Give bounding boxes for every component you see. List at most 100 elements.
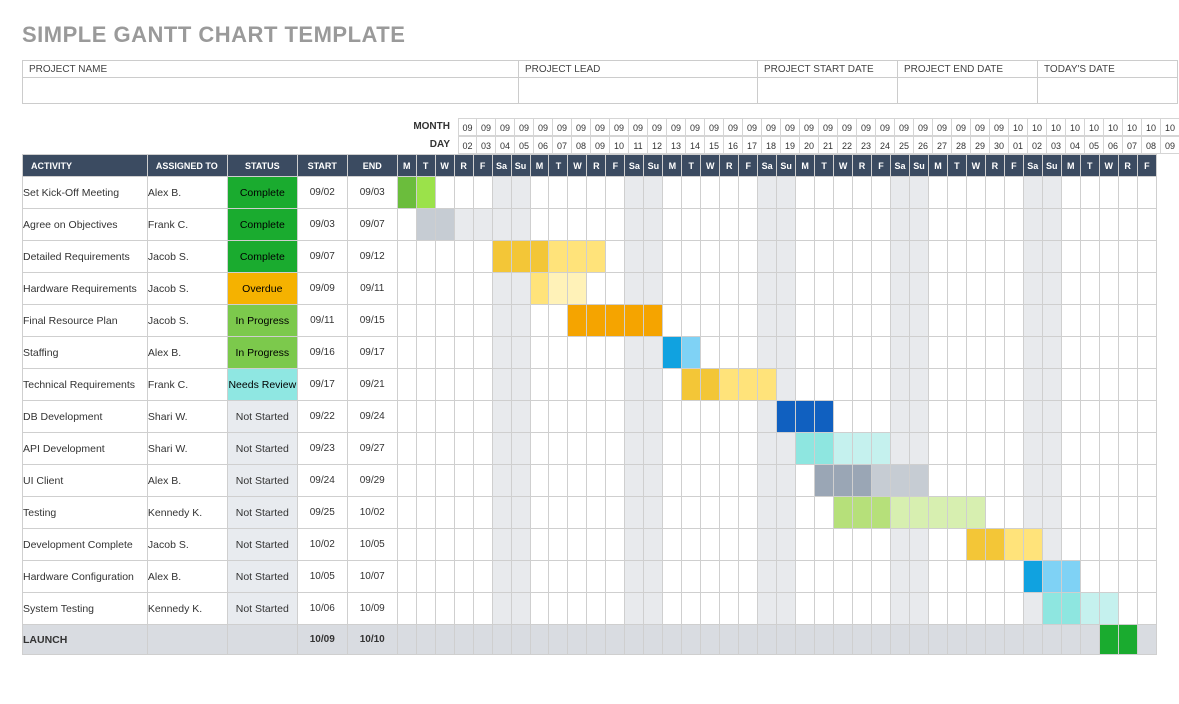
- start-date-cell[interactable]: 09/25: [297, 497, 347, 529]
- status-cell[interactable]: Not Started: [227, 497, 297, 529]
- end-date-cell[interactable]: 09/11: [347, 273, 397, 305]
- start-date-cell[interactable]: 09/03: [297, 209, 347, 241]
- activity-cell[interactable]: Testing: [23, 497, 148, 529]
- activity-cell[interactable]: Development Complete: [23, 529, 148, 561]
- assigned-cell[interactable]: Kennedy K.: [147, 497, 227, 529]
- status-cell[interactable]: In Progress: [227, 337, 297, 369]
- activity-cell[interactable]: UI Client: [23, 465, 148, 497]
- end-date-cell[interactable]: 09/12: [347, 241, 397, 273]
- status-cell[interactable]: [227, 625, 297, 655]
- activity-cell[interactable]: Staffing: [23, 337, 148, 369]
- status-cell[interactable]: Not Started: [227, 529, 297, 561]
- activity-cell[interactable]: Hardware Requirements: [23, 273, 148, 305]
- project-lead-input[interactable]: [519, 78, 757, 103]
- status-cell[interactable]: Complete: [227, 177, 297, 209]
- activity-cell[interactable]: Hardware Configuration: [23, 561, 148, 593]
- timeline-cell: [549, 401, 568, 433]
- start-date-cell[interactable]: 09/09: [297, 273, 347, 305]
- end-date-cell[interactable]: 09/24: [347, 401, 397, 433]
- end-date-cell[interactable]: 10/07: [347, 561, 397, 593]
- start-date-cell[interactable]: 09/16: [297, 337, 347, 369]
- task-row[interactable]: Technical RequirementsFrank C.Needs Revi…: [23, 369, 1157, 401]
- start-date-cell[interactable]: 10/06: [297, 593, 347, 625]
- end-date-cell[interactable]: 09/03: [347, 177, 397, 209]
- activity-cell[interactable]: LAUNCH: [23, 625, 148, 655]
- activity-cell[interactable]: Detailed Requirements: [23, 241, 148, 273]
- task-row[interactable]: API DevelopmentShari W.Not Started09/230…: [23, 433, 1157, 465]
- start-date-cell[interactable]: 10/09: [297, 625, 347, 655]
- start-date-cell[interactable]: 09/23: [297, 433, 347, 465]
- activity-cell[interactable]: Final Resource Plan: [23, 305, 148, 337]
- status-cell[interactable]: Not Started: [227, 433, 297, 465]
- end-date-cell[interactable]: 09/17: [347, 337, 397, 369]
- assigned-cell[interactable]: Frank C.: [147, 209, 227, 241]
- status-cell[interactable]: Not Started: [227, 593, 297, 625]
- end-date-cell[interactable]: 09/27: [347, 433, 397, 465]
- activity-cell[interactable]: Technical Requirements: [23, 369, 148, 401]
- today-input[interactable]: [1038, 78, 1177, 103]
- start-date-cell[interactable]: 09/22: [297, 401, 347, 433]
- task-row[interactable]: Hardware RequirementsJacob S.Overdue09/0…: [23, 273, 1157, 305]
- end-date-cell[interactable]: 10/05: [347, 529, 397, 561]
- start-date-cell[interactable]: 10/02: [297, 529, 347, 561]
- task-row[interactable]: Final Resource PlanJacob S.In Progress09…: [23, 305, 1157, 337]
- assigned-cell[interactable]: [147, 625, 227, 655]
- timeline-cell: [720, 273, 739, 305]
- end-date-cell[interactable]: 10/10: [347, 625, 397, 655]
- task-row[interactable]: Set Kick-Off MeetingAlex B.Complete09/02…: [23, 177, 1157, 209]
- status-cell[interactable]: Needs Review: [227, 369, 297, 401]
- end-date-cell[interactable]: 09/21: [347, 369, 397, 401]
- task-row[interactable]: Hardware ConfigurationAlex B.Not Started…: [23, 561, 1157, 593]
- start-date-cell[interactable]: 09/07: [297, 241, 347, 273]
- assigned-cell[interactable]: Frank C.: [147, 369, 227, 401]
- project-name-input[interactable]: [23, 78, 518, 103]
- status-cell[interactable]: Not Started: [227, 561, 297, 593]
- end-date-cell[interactable]: 10/02: [347, 497, 397, 529]
- end-date-cell[interactable]: 09/29: [347, 465, 397, 497]
- assigned-cell[interactable]: Jacob S.: [147, 529, 227, 561]
- task-row[interactable]: Development CompleteJacob S.Not Started1…: [23, 529, 1157, 561]
- task-row[interactable]: Agree on ObjectivesFrank C.Complete09/03…: [23, 209, 1157, 241]
- assigned-cell[interactable]: Kennedy K.: [147, 593, 227, 625]
- start-date-cell[interactable]: 09/17: [297, 369, 347, 401]
- end-date-cell[interactable]: 10/09: [347, 593, 397, 625]
- start-date-cell[interactable]: 09/24: [297, 465, 347, 497]
- activity-cell[interactable]: API Development: [23, 433, 148, 465]
- task-row[interactable]: UI ClientAlex B.Not Started09/2409/29: [23, 465, 1157, 497]
- end-date-cell[interactable]: 09/15: [347, 305, 397, 337]
- assigned-cell[interactable]: Shari W.: [147, 433, 227, 465]
- status-cell[interactable]: Not Started: [227, 465, 297, 497]
- task-row[interactable]: Detailed RequirementsJacob S.Complete09/…: [23, 241, 1157, 273]
- activity-cell[interactable]: System Testing: [23, 593, 148, 625]
- start-date-cell[interactable]: 09/02: [297, 177, 347, 209]
- status-cell[interactable]: Complete: [227, 241, 297, 273]
- status-cell[interactable]: Complete: [227, 209, 297, 241]
- activity-cell[interactable]: Set Kick-Off Meeting: [23, 177, 148, 209]
- task-row[interactable]: TestingKennedy K.Not Started09/2510/02: [23, 497, 1157, 529]
- timeline-cell: [966, 241, 985, 273]
- gantt-bar-segment: [701, 369, 719, 400]
- activity-cell[interactable]: Agree on Objectives: [23, 209, 148, 241]
- status-cell[interactable]: Not Started: [227, 401, 297, 433]
- task-row[interactable]: DB DevelopmentShari W.Not Started09/2209…: [23, 401, 1157, 433]
- start-date-input[interactable]: [758, 78, 897, 103]
- end-date-input[interactable]: [898, 78, 1037, 103]
- task-row[interactable]: LAUNCH 10/0910/10: [23, 625, 1157, 655]
- start-date-cell[interactable]: 09/11: [297, 305, 347, 337]
- assigned-cell[interactable]: Jacob S.: [147, 241, 227, 273]
- end-date-cell[interactable]: 09/07: [347, 209, 397, 241]
- assigned-cell[interactable]: Shari W.: [147, 401, 227, 433]
- assigned-cell[interactable]: Alex B.: [147, 337, 227, 369]
- assigned-cell[interactable]: Jacob S.: [147, 273, 227, 305]
- start-date-cell[interactable]: 10/05: [297, 561, 347, 593]
- task-row[interactable]: System TestingKennedy K.Not Started10/06…: [23, 593, 1157, 625]
- assigned-cell[interactable]: Jacob S.: [147, 305, 227, 337]
- timeline-cell: [853, 337, 872, 369]
- status-cell[interactable]: In Progress: [227, 305, 297, 337]
- assigned-cell[interactable]: Alex B.: [147, 177, 227, 209]
- assigned-cell[interactable]: Alex B.: [147, 561, 227, 593]
- assigned-cell[interactable]: Alex B.: [147, 465, 227, 497]
- status-cell[interactable]: Overdue: [227, 273, 297, 305]
- task-row[interactable]: StaffingAlex B.In Progress09/1609/17: [23, 337, 1157, 369]
- activity-cell[interactable]: DB Development: [23, 401, 148, 433]
